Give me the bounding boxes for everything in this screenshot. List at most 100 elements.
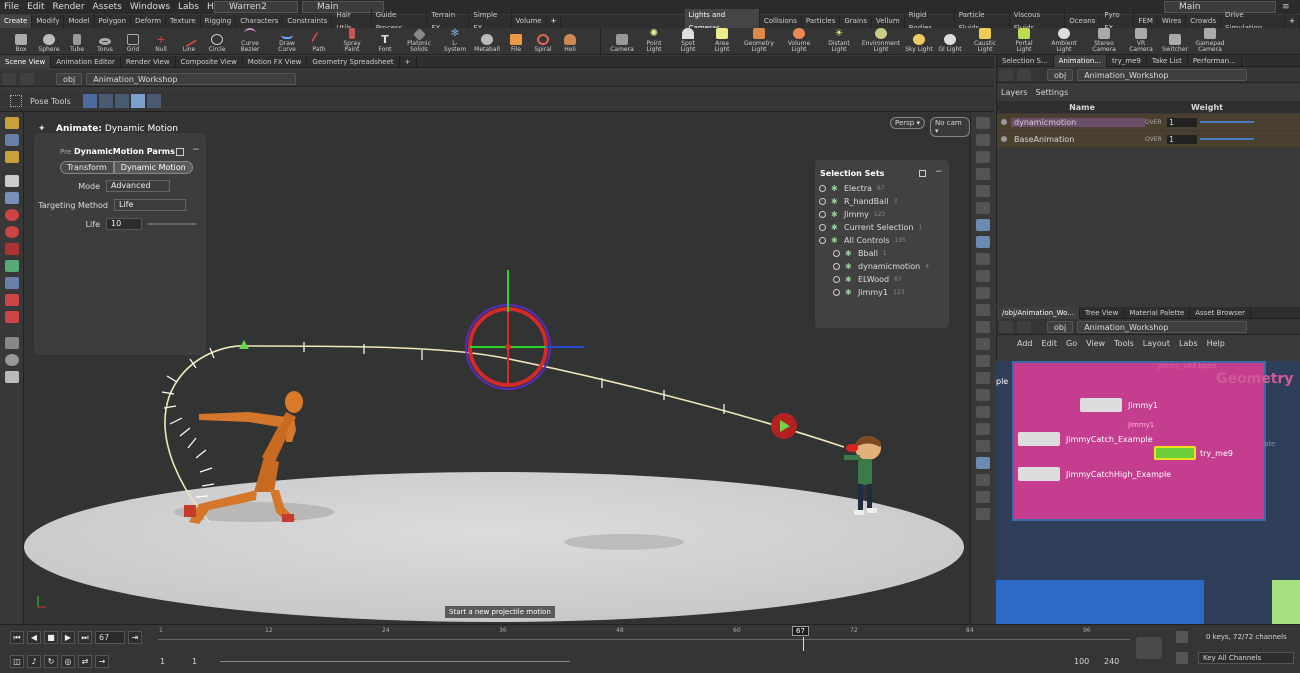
keys-icon[interactable] (1176, 631, 1188, 643)
visibility-icon[interactable] (833, 263, 840, 270)
add-shelf-icon[interactable]: + (1285, 15, 1300, 28)
network-box-green[interactable] (1272, 580, 1300, 624)
menu-view[interactable]: View (1086, 339, 1105, 348)
audio-icon[interactable]: ♪ (27, 655, 41, 668)
menu-edit[interactable]: Edit (23, 0, 48, 14)
select-arrow-icon[interactable] (4, 175, 19, 187)
life-slider[interactable] (148, 223, 196, 225)
forward-icon[interactable] (1017, 320, 1031, 333)
tab-material-palette[interactable]: Material Palette (1124, 306, 1191, 319)
node-try-me9[interactable]: try_me9 (1154, 446, 1233, 460)
menu-assets[interactable]: Assets (89, 0, 126, 14)
display-icon[interactable] (975, 389, 990, 401)
key-tool-icon[interactable] (1136, 637, 1162, 659)
display-icon[interactable] (975, 117, 990, 129)
shelf-tab[interactable]: Characters (236, 15, 284, 28)
layer-row[interactable]: dynamicmotion OVER 1 (997, 114, 1300, 130)
tool-null[interactable]: + Null (150, 28, 172, 55)
display-icon[interactable] (975, 219, 990, 231)
tool-volume-light[interactable]: Volume Light (781, 27, 817, 55)
lock-icon[interactable] (975, 151, 990, 163)
tool-gamepad-camera[interactable]: Gamepad Camera (1193, 27, 1227, 55)
timeline-track[interactable] (158, 639, 1130, 640)
tab-composite-view[interactable]: Composite View (176, 55, 243, 68)
tab-selection-sets[interactable]: Selection S... (997, 54, 1054, 67)
menu-help[interactable]: Help (1207, 339, 1225, 348)
weight-slider[interactable] (1200, 138, 1254, 140)
path-obj[interactable]: obj (1047, 68, 1074, 81)
play-reverse-icon[interactable]: ◀ (27, 631, 41, 644)
visibility-icon[interactable] (819, 224, 826, 231)
display-icon[interactable] (975, 355, 990, 367)
list-item[interactable]: ✱ Jimmy1 123 (819, 286, 947, 299)
list-item[interactable]: ✱ Bball 1 (819, 247, 947, 260)
tool-box[interactable]: Box (10, 28, 32, 55)
tab-motion-fx-view[interactable]: Motion FX View (243, 55, 308, 68)
display-icon[interactable] (975, 508, 990, 520)
loop-icon[interactable]: ↻ (44, 655, 58, 668)
list-item[interactable]: ✱ Jimmy 123 (819, 208, 947, 221)
list-item[interactable]: ✱ R_handBall 3 (819, 195, 947, 208)
display-icon[interactable] (975, 168, 990, 180)
list-item[interactable]: ✱ ELWood 67 (819, 273, 947, 286)
tool-spray-paint[interactable]: Spray Paint (336, 27, 368, 55)
network-box-blue[interactable] (996, 580, 1204, 624)
tool-lsystem[interactable]: ✻ L-System (442, 28, 468, 55)
camera-menu[interactable]: No cam ▾ (930, 117, 970, 137)
collapse-icon[interactable]: − (192, 145, 200, 155)
network-canvas[interactable]: ple Jimmy_v02.bgeo Geometry Jimmy1 Jimmy… (996, 361, 1300, 624)
visibility-icon[interactable] (833, 250, 840, 257)
shelf-tab[interactable]: Rigging (201, 15, 237, 28)
mode-dropdown[interactable]: Advanced (106, 180, 170, 192)
tab-dynamic-motion[interactable]: Dynamic Motion (113, 161, 193, 174)
range-start-2[interactable]: 1 (192, 657, 197, 666)
key-all-dropdown[interactable]: Key All Channels (1198, 652, 1294, 664)
lock-icon[interactable] (4, 192, 19, 204)
range-end-2[interactable]: 240 (1104, 657, 1119, 666)
step-icon[interactable]: → (95, 655, 109, 668)
back-icon[interactable] (999, 68, 1013, 81)
menu-add[interactable]: Add (1017, 339, 1033, 348)
target-dropdown[interactable]: Life (114, 199, 186, 211)
tab-try-me9[interactable]: try_me9 (1107, 54, 1147, 67)
display-icon[interactable] (975, 457, 990, 469)
tool-heli[interactable]: Heli (560, 28, 580, 55)
tab-tree-view[interactable]: Tree View (1080, 306, 1125, 319)
node-jimmycatchhigh-example[interactable]: JimmyCatchHigh_Example (1018, 467, 1171, 481)
last-frame-icon[interactable]: ⏭ (78, 631, 92, 644)
display-icon[interactable] (975, 372, 990, 384)
menu-windows[interactable]: Windows (126, 0, 174, 14)
step-icon[interactable]: ⇥ (128, 631, 142, 644)
tool-area-light[interactable]: Area Light (707, 27, 737, 55)
menu-render[interactable]: Render (49, 0, 89, 14)
info-icon[interactable] (975, 474, 990, 486)
collapse-icon[interactable]: − (935, 167, 943, 177)
display-icon[interactable] (975, 270, 990, 282)
tool-file[interactable]: File (506, 28, 526, 55)
tool-camera[interactable]: Camera (609, 28, 635, 55)
shelf-tab[interactable]: Particles (802, 15, 841, 28)
tab-transform[interactable]: Transform (60, 161, 114, 174)
node-jimmy1[interactable]: Jimmy1 (1080, 398, 1158, 412)
desktop-selector[interactable]: Warren2 (214, 1, 298, 13)
tool-spiral[interactable]: Spiral (532, 28, 554, 55)
shelf-tab[interactable]: Collisions (760, 15, 802, 28)
pose-tool-icon[interactable] (114, 94, 129, 108)
tool-circle[interactable]: Circle (206, 28, 228, 55)
display-icon[interactable] (975, 440, 990, 452)
tool-icon[interactable] (4, 226, 19, 238)
display-icon[interactable] (975, 406, 990, 418)
display-icon[interactable] (975, 185, 990, 197)
list-item[interactable]: ✱ Current Selection 1 (819, 221, 947, 234)
path-node[interactable]: Animation_Workshop (1077, 68, 1248, 81)
range-start[interactable]: 1 (160, 657, 165, 666)
pose-tool-icon[interactable] (82, 94, 97, 108)
shelf-tab[interactable]: Model (64, 15, 95, 28)
path-node[interactable]: Animation_Workshop (86, 72, 297, 85)
tool-font[interactable]: T Font (374, 28, 396, 55)
display-icon[interactable] (975, 253, 990, 265)
tool-curve-bezier[interactable]: Curve Bezier (234, 27, 266, 55)
shelf-tab[interactable]: FEM (1134, 15, 1158, 28)
menu-edit[interactable]: Edit (1042, 339, 1058, 348)
magnet-icon[interactable] (4, 311, 19, 323)
